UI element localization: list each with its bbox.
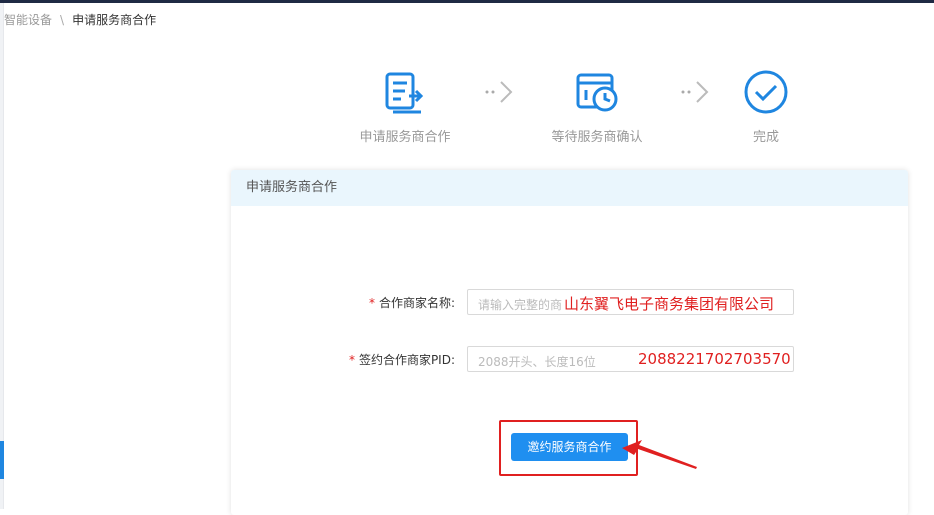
check-circle-icon <box>744 70 788 114</box>
merchant-name-annotation: 山东翼飞电子商务集团有限公司 <box>564 293 775 314</box>
step-label: 等待服务商确认 <box>551 130 643 145</box>
form-edit-icon <box>385 72 424 114</box>
step-complete: 完成 <box>701 68 831 145</box>
calendar-clock-icon <box>576 73 618 112</box>
step-label: 申请服务商合作 <box>359 130 451 145</box>
merchant-pid-label: * 签约合作商家PID: <box>348 352 455 367</box>
breadcrumb-current: 申请服务商合作 <box>72 13 157 27</box>
progress-steps: 申请服务商合作 等待服务商确认 完成 <box>340 68 810 148</box>
merchant-name-input[interactable]: 请输入完整的商 山东翼飞电子商务集团有限公司 <box>467 289 794 315</box>
top-bar <box>0 0 934 3</box>
merchant-pid-input[interactable]: 2088开头、长度16位 2088221702703570 <box>467 346 794 372</box>
merchant-pid-placeholder: 2088开头、长度16位 <box>478 355 596 369</box>
arrow-pointer-icon <box>622 440 697 469</box>
sidebar-edge <box>0 3 4 509</box>
breadcrumb-parent[interactable]: 智能设备 <box>4 11 52 28</box>
merchant-name-placeholder: 请输入完整的商 <box>478 298 563 312</box>
merchant-name-label: * 合作商家名称: <box>368 295 455 310</box>
step-apply: 申请服务商合作 <box>340 68 470 145</box>
merchant-name-row: * 合作商家名称: 请输入完整的商 山东翼飞电子商务集团有限公司 <box>331 289 794 315</box>
sidebar-active-indicator <box>0 441 4 479</box>
step-wait-confirm: 等待服务商确认 <box>532 68 662 145</box>
step-label: 完成 <box>752 130 779 145</box>
required-mark: * <box>368 295 375 310</box>
panel-title: 申请服务商合作 <box>231 170 908 206</box>
merchant-pid-annotation: 2088221702703570 <box>638 350 791 368</box>
chevron-right-icon <box>485 81 513 103</box>
invite-provider-button[interactable]: 邀约服务商合作 <box>511 433 628 461</box>
merchant-pid-row: * 签约合作商家PID: 2088开头、长度16位 208822170270357… <box>331 346 794 372</box>
breadcrumb-separator: \ <box>60 12 65 27</box>
required-mark: * <box>348 352 355 367</box>
breadcrumb: 智能设备 \ 申请服务商合作 <box>4 11 156 28</box>
